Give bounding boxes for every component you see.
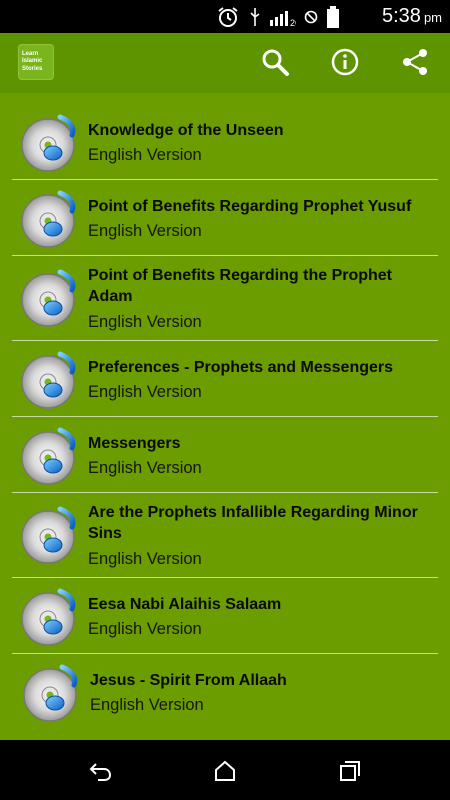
list-item-title: Knowledge of the Unseen bbox=[88, 122, 284, 139]
alarm-icon bbox=[218, 7, 238, 27]
logo-line-1: Learn bbox=[22, 50, 39, 57]
divider bbox=[12, 653, 438, 654]
list-item-title: Preferences - Prophets and Messengers bbox=[88, 359, 394, 376]
logo-line-3: Stories bbox=[22, 65, 43, 72]
info-icon bbox=[331, 48, 359, 76]
status-time-ampm: pm bbox=[423, 10, 442, 25]
status-time: 5:38 pm bbox=[382, 5, 442, 28]
home-icon[interactable] bbox=[212, 758, 238, 784]
list-item[interactable]: Eesa Nabi Alaihis Salaam English Version bbox=[0, 583, 450, 655]
list-item-title: Jesus - Spirit From Allaah bbox=[90, 672, 287, 689]
navigation-bar bbox=[0, 740, 450, 800]
list-item-title: Eesa Nabi Alaihis Salaam bbox=[88, 596, 282, 613]
divider bbox=[12, 255, 438, 256]
app-bar: Learn Islamic Stories bbox=[0, 33, 450, 93]
status-bar: 2G 5:38pm bbox=[0, 0, 450, 33]
app-logo[interactable]: Learn Islamic Stories bbox=[18, 44, 54, 80]
list-item[interactable]: Are the Prophets Infallible Regarding Mi… bbox=[0, 498, 450, 580]
share-icon bbox=[403, 49, 427, 75]
status-time-value: 5:38 bbox=[382, 5, 421, 27]
share-button[interactable] bbox=[399, 46, 431, 78]
list-item[interactable]: Point of Benefits Regarding Prophet Yusu… bbox=[0, 185, 450, 257]
signal-icon: 2G bbox=[270, 11, 296, 26]
list-item-subtitle: English Version bbox=[88, 620, 202, 638]
music-disc-icon bbox=[22, 663, 82, 723]
divider bbox=[12, 577, 438, 578]
blocked-icon bbox=[304, 10, 318, 24]
list-item-title: Point of Benefits Regarding the Prophet … bbox=[88, 267, 393, 305]
list-item-subtitle: English Version bbox=[88, 313, 202, 331]
search-icon bbox=[262, 49, 289, 76]
music-disc-icon bbox=[20, 350, 80, 410]
list-item-subtitle: English Version bbox=[88, 222, 202, 240]
list-item[interactable]: Jesus - Spirit From Allaah English Versi… bbox=[0, 659, 450, 731]
music-disc-icon bbox=[20, 268, 80, 328]
list-item[interactable]: Preferences - Prophets and Messengers En… bbox=[0, 346, 450, 418]
list-item-subtitle: English Version bbox=[88, 550, 202, 568]
music-disc-icon bbox=[20, 426, 80, 486]
list-item[interactable]: Point of Benefits Regarding the Prophet … bbox=[0, 261, 450, 343]
list-item-subtitle: English Version bbox=[88, 459, 202, 477]
battery-icon bbox=[327, 6, 339, 28]
svg-text:2G: 2G bbox=[290, 18, 296, 26]
info-button[interactable] bbox=[329, 46, 361, 78]
list-item-title: Are the Prophets Infallible Regarding Mi… bbox=[88, 504, 418, 542]
list-item-title: Messengers bbox=[88, 435, 181, 452]
music-disc-icon bbox=[20, 189, 80, 249]
list-item[interactable]: Knowledge of the Unseen English Version bbox=[0, 109, 450, 181]
recents-icon[interactable] bbox=[337, 758, 363, 784]
music-disc-icon bbox=[20, 505, 80, 565]
divider bbox=[12, 416, 438, 417]
divider bbox=[12, 340, 438, 341]
list-item-title: Point of Benefits Regarding Prophet Yusu… bbox=[88, 198, 412, 215]
list-item-subtitle: English Version bbox=[90, 696, 204, 714]
list-item-subtitle: English Version bbox=[88, 383, 202, 401]
music-disc-icon bbox=[20, 587, 80, 647]
divider bbox=[12, 492, 438, 493]
music-disc-icon bbox=[20, 113, 80, 173]
story-list: Knowledge of the Unseen English Version … bbox=[0, 93, 450, 740]
list-item[interactable]: Messengers English Version bbox=[0, 422, 450, 494]
search-button[interactable] bbox=[259, 46, 291, 78]
back-icon[interactable] bbox=[88, 758, 114, 784]
divider bbox=[12, 179, 438, 180]
logo-line-2: Islamic bbox=[22, 58, 43, 65]
usb-icon bbox=[250, 8, 260, 26]
status-icons: 2G bbox=[216, 6, 340, 28]
list-item-subtitle: English Version bbox=[88, 146, 202, 164]
